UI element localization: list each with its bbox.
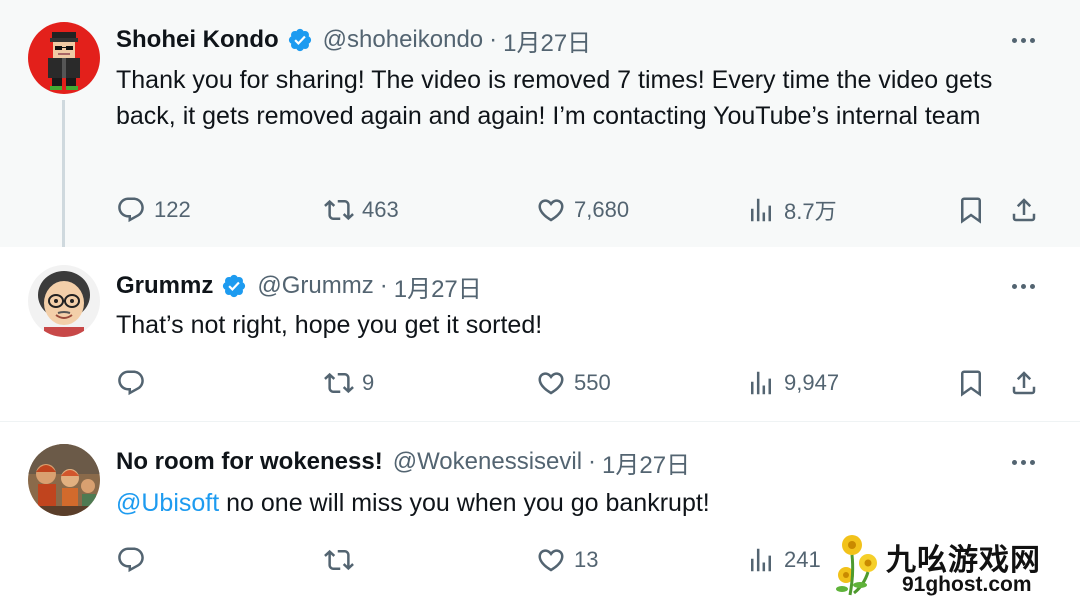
separator-dot: · [489, 26, 498, 53]
reply-icon [118, 370, 144, 396]
display-name[interactable]: Shohei Kondo [116, 26, 279, 54]
tweet-shoheikondo[interactable]: Shohei Kondo @shoheikondo · 1月27日 Thank … [0, 0, 1080, 247]
like-button[interactable]: 7,680 [536, 190, 629, 230]
retweet-icon [324, 372, 354, 394]
view-count: 241 [784, 547, 821, 572]
tweet-grummz[interactable]: Grummz @Grummz · 1月27日 That’s not right,… [0, 247, 1080, 422]
views-button[interactable]: 9,947 [746, 363, 839, 403]
avatar-grummz[interactable] [28, 265, 100, 337]
view-count: 9,947 [784, 370, 840, 395]
separator-dot: · [379, 272, 388, 299]
handle[interactable]: @Wokenessisevil [393, 448, 582, 476]
reply-button[interactable] [116, 363, 154, 403]
view-count: 8.7万 [784, 199, 837, 224]
views-button[interactable]: 8.7万 [746, 190, 837, 230]
share-button[interactable] [1009, 363, 1039, 403]
bookmark-button[interactable] [956, 190, 986, 230]
like-count: 550 [574, 370, 611, 395]
reply-button[interactable] [116, 540, 154, 580]
reply-count: 122 [154, 197, 191, 222]
bookmark-button[interactable] [956, 363, 986, 403]
tweet-header: No room for wokeness! @Wokenessisevil · … [116, 445, 690, 479]
display-name[interactable]: Grummz [116, 272, 213, 300]
watermark-logo [830, 529, 888, 597]
tweet-actions: 9 550 9,947 [116, 363, 1046, 403]
tweet-text: @Ubisoft no one will miss you when you g… [116, 485, 1046, 521]
retweet-count: 9 [362, 370, 375, 395]
tweet-header: Grummz @Grummz · 1月27日 [116, 269, 482, 303]
share-icon [1012, 198, 1036, 222]
tweet-date[interactable]: 1月27日 [503, 23, 591, 58]
bookmark-icon [961, 197, 981, 224]
tweet-actions: 122 463 7,680 8.7万 [116, 190, 1046, 230]
share-icon [1012, 371, 1036, 395]
more-dots-icon[interactable] [1006, 274, 1040, 298]
reply-button[interactable]: 122 [116, 190, 191, 230]
avatar-shoheikondo[interactable] [28, 22, 100, 94]
views-button[interactable]: 241 [746, 540, 821, 580]
tweet-date[interactable]: 1月27日 [602, 445, 690, 480]
tweet-text: That’s not right, hope you get it sorted… [116, 311, 543, 339]
reply-icon [118, 197, 144, 223]
tweet-text-content: no one will miss you when you go bankrup… [219, 489, 710, 517]
tweet-header: Shohei Kondo @shoheikondo · 1月27日 [116, 23, 591, 57]
views-chart-icon [751, 548, 771, 572]
share-button[interactable] [1009, 190, 1039, 230]
more-dots-icon[interactable] [1006, 28, 1040, 52]
like-count: 7,680 [574, 197, 630, 222]
thread-connector-line [62, 100, 65, 258]
heart-icon [538, 549, 564, 572]
retweet-icon [324, 549, 354, 571]
retweet-icon [324, 199, 354, 221]
site-watermark: 九吆游戏网 91ghost.com [824, 525, 1080, 603]
heart-icon [538, 199, 564, 222]
watermark-url: 91ghost.com [902, 573, 1032, 596]
heart-icon [538, 372, 564, 395]
display-name[interactable]: No room for wokeness! [116, 448, 383, 476]
more-dots-icon[interactable] [1006, 450, 1040, 474]
like-count: 13 [574, 547, 599, 572]
retweet-button[interactable] [324, 540, 362, 580]
handle[interactable]: @shoheikondo [323, 26, 483, 54]
verified-badge-icon [287, 27, 313, 53]
tweet-text: Thank you for sharing! The video is remo… [116, 66, 993, 130]
views-chart-icon [751, 198, 771, 222]
retweet-count: 463 [362, 197, 399, 222]
retweet-button[interactable]: 9 [324, 363, 374, 403]
retweet-button[interactable]: 463 [324, 190, 399, 230]
verified-badge-icon [221, 273, 247, 299]
separator-dot: · [588, 448, 597, 475]
views-chart-icon [751, 371, 771, 395]
bookmark-icon [961, 370, 981, 397]
handle[interactable]: @Grummz [257, 272, 373, 300]
mention-link[interactable]: @Ubisoft [116, 489, 219, 517]
reply-icon [118, 547, 144, 573]
like-button[interactable]: 550 [536, 363, 611, 403]
tweet-date[interactable]: 1月27日 [394, 269, 482, 304]
like-button[interactable]: 13 [536, 540, 598, 580]
avatar-wokenessisevil[interactable] [28, 444, 100, 516]
